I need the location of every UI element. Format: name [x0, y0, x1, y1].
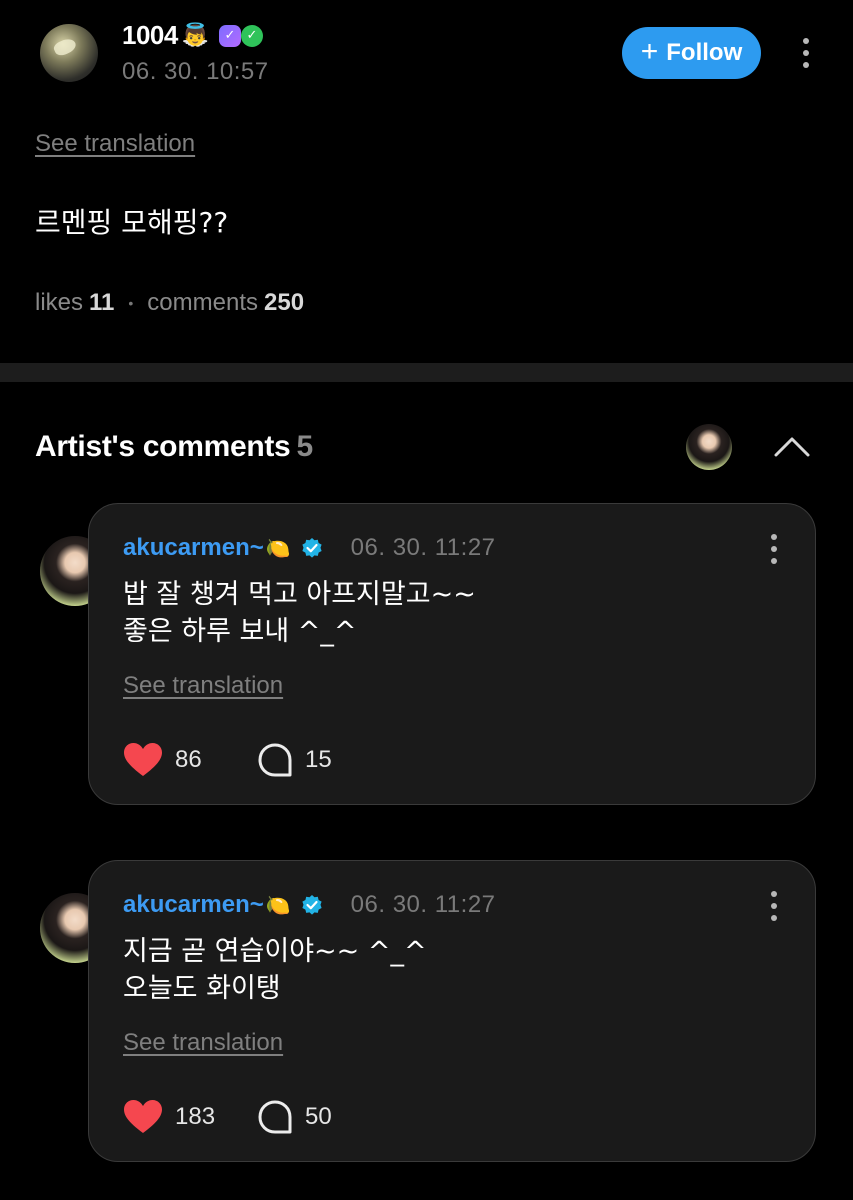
verified-badge-icon: ✓: [240, 24, 263, 47]
stats-separator: •: [128, 295, 134, 311]
comment-bubble-icon[interactable]: [257, 742, 293, 778]
artist-avatar[interactable]: [686, 424, 732, 470]
comment-bubble-icon[interactable]: [257, 1099, 293, 1135]
reply-count: 15: [305, 746, 332, 773]
comment-line: 좋은 하루 보내 ^_^: [123, 616, 357, 647]
see-translation-link[interactable]: See translation: [35, 130, 195, 158]
likes-count[interactable]: 11: [89, 289, 114, 317]
author-avatar[interactable]: [40, 24, 98, 82]
chevron-up-icon[interactable]: [772, 434, 812, 458]
artist-comments-title-text: Artist's comments: [35, 430, 291, 463]
angel-emoji: 👼: [181, 23, 209, 48]
like-count: 183: [175, 1103, 216, 1130]
post-timestamp: 06. 30. 10:57: [122, 58, 269, 85]
comment-card: akucarmen~ 🍋 06. 30. 11:27 지금 곧 연습이야~~ ^_…: [88, 860, 816, 1162]
comment-header: akucarmen~ 🍋 06. 30. 11:27: [123, 891, 496, 919]
post-body: 르멘핑 모해핑??: [35, 206, 229, 239]
comment-text: 지금 곧 연습이야~~ ^_^ 오늘도 화이탱: [123, 933, 427, 1007]
more-options-icon[interactable]: [769, 534, 779, 564]
comments-label: comments: [147, 289, 258, 316]
section-divider: [0, 363, 853, 382]
see-translation-link[interactable]: See translation: [123, 672, 283, 700]
more-options-icon[interactable]: [801, 38, 811, 68]
comment-actions: 183 50: [123, 1099, 332, 1135]
plus-icon: +: [640, 34, 659, 68]
comment-line: 지금 곧 연습이야~~ ^_^: [123, 936, 427, 967]
comment-username[interactable]: akucarmen~: [123, 891, 264, 919]
follow-button[interactable]: + Follow: [622, 27, 761, 79]
comment-header: akucarmen~ 🍋 06. 30. 11:27: [123, 534, 496, 562]
comment-timestamp: 06. 30. 11:27: [350, 891, 496, 918]
artist-comments-count: 5: [296, 430, 313, 463]
comment-timestamp: 06. 30. 11:27: [350, 534, 496, 561]
likes-label: likes: [35, 289, 84, 316]
verified-badge-icon: [302, 538, 322, 558]
comment-actions: 86 15: [123, 742, 332, 778]
author-name-row[interactable]: 1004 👼 ✓ ✓: [122, 20, 263, 51]
comment-card: akucarmen~ 🍋 06. 30. 11:27 밥 잘 챙겨 먹고 아프지말…: [88, 503, 816, 805]
lemon-emoji: 🍋: [265, 893, 291, 917]
see-translation-link[interactable]: See translation: [123, 1029, 283, 1057]
follow-label: Follow: [666, 39, 743, 66]
post-header: 1004 👼 ✓ ✓ 06. 30. 10:57 + Follow: [0, 0, 853, 110]
heart-icon[interactable]: [123, 742, 163, 778]
lemon-emoji: 🍋: [265, 536, 291, 560]
artist-comments-title[interactable]: Artist's comments 5: [35, 430, 313, 464]
verified-badge-icon: [302, 895, 322, 915]
reply-count: 50: [305, 1103, 332, 1130]
like-count: 86: [175, 746, 202, 773]
comment-username[interactable]: akucarmen~: [123, 534, 264, 562]
comment-line: 밥 잘 챙겨 먹고 아프지말고~~: [123, 579, 476, 610]
heart-icon[interactable]: [123, 1099, 163, 1135]
more-options-icon[interactable]: [769, 891, 779, 921]
comment-line: 오늘도 화이탱: [123, 973, 281, 1004]
author-name[interactable]: 1004: [122, 20, 178, 51]
comments-count[interactable]: 250: [264, 289, 304, 317]
post-stats: likes 11 • comments 250: [35, 289, 304, 317]
membership-badge-icon: ✓: [218, 24, 241, 47]
comment-text: 밥 잘 챙겨 먹고 아프지말고~~ 좋은 하루 보내 ^_^: [123, 576, 476, 650]
